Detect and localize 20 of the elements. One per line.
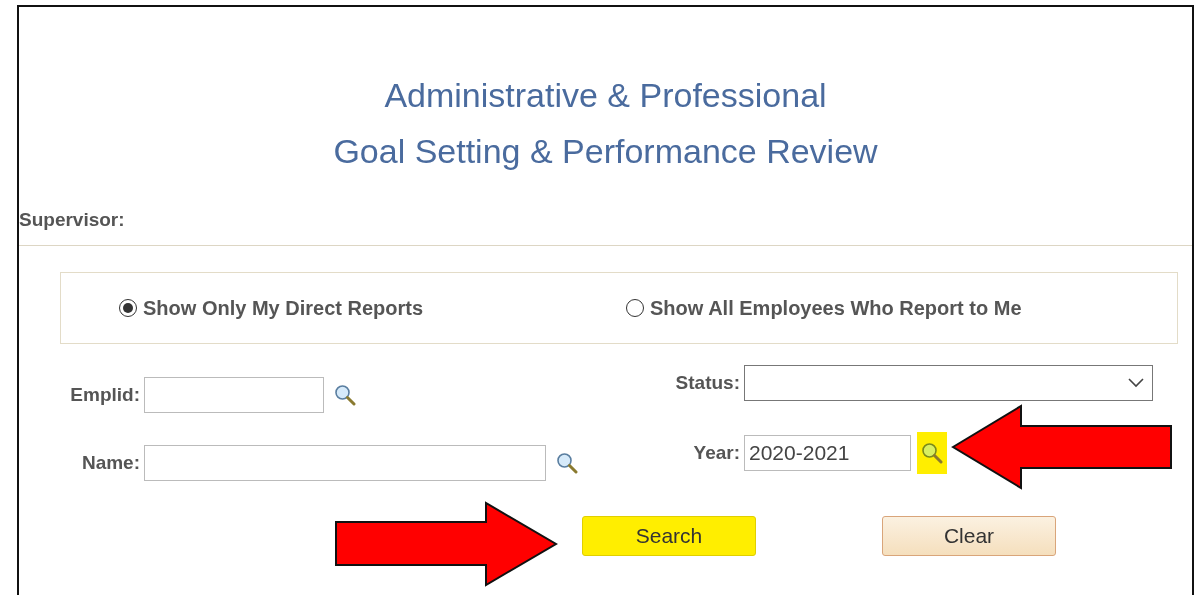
input-field[interactable]: 2020-2021	[744, 435, 911, 471]
search-icon	[556, 452, 578, 474]
supervisor-label: Supervisor:	[19, 209, 1192, 246]
chevron-down-icon	[1128, 378, 1144, 388]
field-label: Status:	[675, 372, 741, 394]
search-icon	[334, 384, 356, 406]
action-button[interactable]: Search	[582, 516, 756, 556]
input-field[interactable]	[144, 377, 324, 413]
lookup-button[interactable]	[917, 432, 947, 474]
status-select[interactable]	[744, 365, 1153, 401]
input-field[interactable]	[144, 445, 546, 481]
radio-option[interactable]: Show All Employees Who Report to Me	[626, 296, 1177, 320]
page-title: Goal Setting & Performance Review	[332, 131, 879, 172]
field-label: Year:	[693, 442, 741, 464]
radio-option[interactable]: Show Only My Direct Reports	[61, 296, 626, 320]
search-icon	[921, 442, 943, 464]
page-title: Administrative & Professional	[383, 75, 828, 116]
action-button[interactable]: Clear	[882, 516, 1056, 556]
field-label: Name:	[81, 452, 141, 474]
field-label: Emplid:	[70, 384, 141, 406]
